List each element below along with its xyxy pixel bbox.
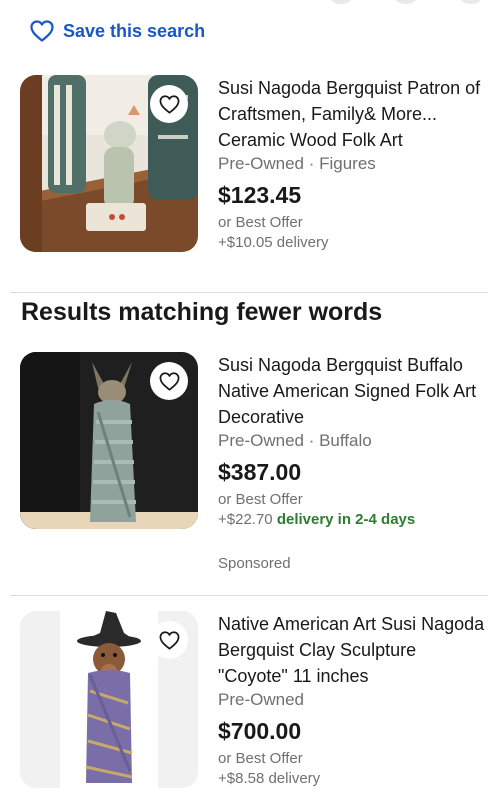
listing-image[interactable] [20, 352, 198, 529]
listing-card[interactable]: Susi Nagoda Bergquist Buffalo Native Ame… [20, 352, 488, 532]
watch-button[interactable] [150, 85, 188, 123]
listing-condition: Pre-Owned · Figures [218, 154, 376, 173]
listing-info: Susi Nagoda Bergquist Buffalo Native Ame… [218, 352, 488, 530]
watch-button[interactable] [150, 621, 188, 659]
section-heading: Results matching fewer words [21, 298, 383, 326]
divider [10, 595, 488, 596]
listing-price: $700.00 [218, 718, 302, 744]
listing-offer: or Best Offer [218, 491, 303, 508]
listing-delivery: +$22.70 delivery in 2-4 days [218, 510, 488, 530]
listing-title[interactable]: Native American Art Susi Nagoda Bergquis… [218, 611, 488, 689]
heart-outline-icon [159, 630, 179, 650]
listing-condition: Pre-Owned [218, 690, 304, 709]
sponsored-label: Sponsored [218, 555, 291, 572]
listing-title[interactable]: Susi Nagoda Bergquist Buffalo Native Ame… [218, 352, 488, 430]
save-search-label: Save this search [63, 20, 206, 41]
listing-card[interactable]: Native American Art Susi Nagoda Bergquis… [20, 611, 488, 791]
listing-title[interactable]: Susi Nagoda Bergquist Patron of Craftsme… [218, 75, 488, 153]
divider [10, 292, 488, 293]
listing-image[interactable] [20, 75, 198, 252]
listing-info: Native American Art Susi Nagoda Bergquis… [218, 611, 488, 789]
listing-price: $123.45 [218, 182, 302, 208]
listing-delivery: +$10.05 delivery [218, 234, 329, 251]
listing-condition: Pre-Owned · Buffalo [218, 431, 372, 450]
listing-delivery: +$8.58 delivery [218, 770, 321, 787]
delivery-speed: delivery in 2-4 days [276, 511, 416, 528]
delivery-cost: +$22.70 [218, 511, 273, 528]
save-search-button[interactable]: Save this search [30, 20, 205, 42]
top-scroll-edge [0, 0, 498, 8]
heart-outline-icon [30, 20, 54, 42]
heart-outline-icon [159, 94, 179, 114]
listing-offer: or Best Offer [218, 214, 303, 231]
listing-card[interactable]: Susi Nagoda Bergquist Patron of Craftsme… [20, 75, 488, 255]
listing-image[interactable] [20, 611, 198, 788]
heart-outline-icon [159, 371, 179, 391]
listing-price: $387.00 [218, 459, 302, 485]
listing-info: Susi Nagoda Bergquist Patron of Craftsme… [218, 75, 488, 253]
listing-offer: or Best Offer [218, 750, 303, 767]
watch-button[interactable] [150, 362, 188, 400]
